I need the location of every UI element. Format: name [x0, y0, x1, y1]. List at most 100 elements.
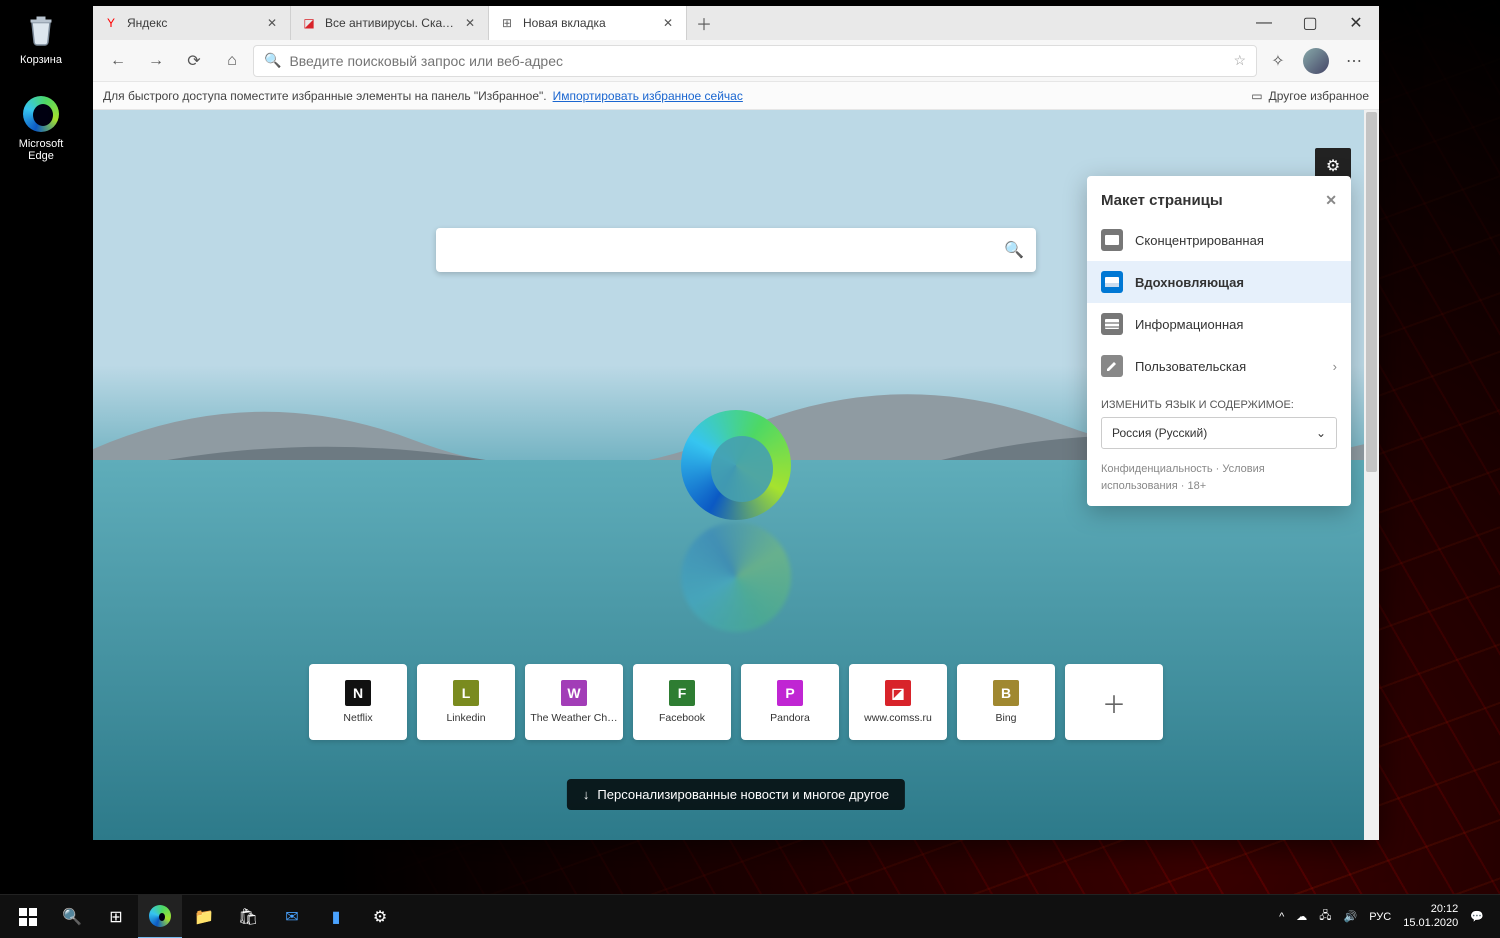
other-favorites-button[interactable]: ▭ Другое избранное: [1251, 89, 1369, 103]
desktop-icon-recycle-bin[interactable]: Корзина: [6, 10, 76, 66]
address-bar[interactable]: 🔍 ☆: [253, 45, 1257, 77]
taskbar-store[interactable]: 🛍: [226, 895, 270, 938]
ntp-search-box[interactable]: 🔍: [436, 228, 1036, 272]
system-tray: ^ ☁ 🖧 🔊 РУС 20:12 15.01.2020 💬: [1279, 903, 1494, 929]
tray-time: 20:12: [1403, 903, 1458, 916]
taskbar-explorer[interactable]: 📁: [182, 895, 226, 938]
address-input[interactable]: [289, 53, 1225, 69]
mail-icon: ✉: [285, 907, 298, 927]
edge-logo-reflection: [681, 522, 791, 632]
import-favorites-link[interactable]: Импортировать избранное сейчас: [553, 89, 743, 103]
new-tab-button[interactable]: ＋: [687, 6, 721, 40]
back-button[interactable]: ←: [101, 44, 135, 78]
tile-icon: F: [669, 680, 695, 706]
taskbar-settings[interactable]: ⚙: [358, 895, 402, 938]
layout-option-label: Сконцентрированная: [1135, 233, 1264, 248]
layout-icon: [1101, 229, 1123, 251]
taskbar-mail[interactable]: ✉: [270, 895, 314, 938]
tab-newtab[interactable]: ⊞ Новая вкладка ✕: [489, 6, 687, 40]
tab-close-icon[interactable]: ✕: [462, 15, 478, 31]
refresh-button[interactable]: ⟳: [177, 44, 211, 78]
taskbar-search[interactable]: 🔍: [50, 895, 94, 938]
task-view-button[interactable]: ⊞: [94, 895, 138, 938]
tab-close-icon[interactable]: ✕: [660, 15, 676, 31]
desktop-icons: Корзина Microsoft Edge: [6, 10, 76, 162]
tile-facebook[interactable]: FFacebook: [633, 664, 731, 740]
layout-option-informational[interactable]: Информационная: [1087, 303, 1351, 345]
personalized-news-button[interactable]: ↓ Персонализированные новости и многое д…: [567, 779, 905, 810]
tile-label: Netflix: [343, 712, 372, 724]
favorites-hint: Для быстрого доступа поместите избранные…: [103, 89, 547, 103]
layout-icon: [1101, 355, 1123, 377]
profile-button[interactable]: [1299, 44, 1333, 78]
edge-logo-icon: [681, 410, 791, 520]
scrollbar-thumb[interactable]: [1366, 112, 1377, 472]
tile-label: The Weather Ch…: [530, 712, 617, 724]
tile-linkedin[interactable]: LLinkedin: [417, 664, 515, 740]
search-icon: 🔍: [62, 907, 82, 927]
search-icon[interactable]: 🔍: [1004, 240, 1024, 260]
tab-antivirus[interactable]: ◪ Все антивирусы. Скачать беспл ✕: [291, 6, 489, 40]
tray-onedrive-icon[interactable]: ☁: [1296, 910, 1307, 923]
tile-comss[interactable]: ◪www.comss.ru: [849, 664, 947, 740]
layout-option-focused[interactable]: Сконцентрированная: [1087, 219, 1351, 261]
layout-icon: [1101, 313, 1123, 335]
store-icon: 🛍: [238, 907, 258, 927]
tray-notifications-icon[interactable]: 💬: [1470, 910, 1484, 923]
ntp-search-input[interactable]: [448, 242, 1004, 259]
desktop-icon-edge[interactable]: Microsoft Edge: [6, 94, 76, 162]
menu-button[interactable]: ⋯: [1337, 44, 1371, 78]
forward-button[interactable]: →: [139, 44, 173, 78]
close-button[interactable]: ✕: [1333, 6, 1379, 40]
tile-icon: W: [561, 680, 587, 706]
layout-option-label: Информационная: [1135, 317, 1243, 332]
layout-icon: [1101, 271, 1123, 293]
scrollbar[interactable]: [1364, 110, 1379, 840]
taskbar-app[interactable]: ▮: [314, 895, 358, 938]
folder-icon: ▭: [1251, 89, 1262, 103]
panel-footer: Конфиденциальность · Условия использован…: [1087, 449, 1351, 494]
tray-date: 15.01.2020: [1403, 917, 1458, 930]
desktop: Корзина Microsoft Edge Y Яндекс ✕ ◪ Все …: [0, 0, 1500, 938]
tile-netflix[interactable]: NNetflix: [309, 664, 407, 740]
chevron-right-icon: ›: [1333, 359, 1337, 374]
favorites-button[interactable]: ✧: [1261, 44, 1295, 78]
tile-weather[interactable]: W The Weather Ch…: [525, 664, 623, 740]
recycle-bin-icon: [21, 10, 61, 50]
privacy-link[interactable]: Конфиденциальность: [1101, 463, 1213, 475]
browser-window: Y Яндекс ✕ ◪ Все антивирусы. Скачать бес…: [93, 6, 1379, 840]
favorites-bar: Для быстрого доступа поместите избранные…: [93, 82, 1379, 110]
taskbar-edge[interactable]: [138, 895, 182, 938]
minimize-button[interactable]: —: [1241, 6, 1287, 40]
layout-option-inspirational[interactable]: Вдохновляющая: [1087, 261, 1351, 303]
tile-bing[interactable]: B Bing: [957, 664, 1055, 740]
favorite-star-icon[interactable]: ☆: [1233, 52, 1246, 69]
age-label: 18+: [1187, 480, 1206, 492]
new-tab-page: ⚙ 🔍 NNetflix LLinkedin WThe Weather Ch… …: [93, 110, 1379, 840]
chevron-down-icon: ⌄: [1316, 426, 1326, 440]
tile-pandora[interactable]: PPandora: [741, 664, 839, 740]
start-button[interactable]: [6, 895, 50, 938]
tray-network-icon[interactable]: 🖧: [1319, 907, 1331, 926]
tray-clock[interactable]: 20:12 15.01.2020: [1403, 903, 1458, 929]
layout-option-custom[interactable]: Пользовательская ›: [1087, 345, 1351, 387]
task-view-icon: ⊞: [109, 907, 122, 927]
other-favorites-label: Другое избранное: [1269, 89, 1369, 103]
tray-language[interactable]: РУС: [1369, 911, 1391, 923]
tab-yandex[interactable]: Y Яндекс ✕: [93, 6, 291, 40]
tab-strip: Y Яндекс ✕ ◪ Все антивирусы. Скачать бес…: [93, 6, 1241, 40]
tile-add[interactable]: ＋: [1065, 664, 1163, 740]
gear-icon: ⚙: [373, 907, 387, 927]
home-button[interactable]: ⌂: [215, 44, 249, 78]
panel-close-icon[interactable]: ✕: [1325, 192, 1337, 209]
language-value: Россия (Русский): [1112, 426, 1207, 440]
edge-icon: [21, 94, 61, 134]
tile-icon: B: [993, 680, 1019, 706]
tray-volume-icon[interactable]: 🔊: [1344, 910, 1358, 923]
language-select[interactable]: Россия (Русский) ⌄: [1101, 417, 1337, 449]
tile-label: Bing: [995, 712, 1016, 724]
tray-chevron-icon[interactable]: ^: [1279, 911, 1284, 923]
maximize-button[interactable]: ▢: [1287, 6, 1333, 40]
window-controls: — ▢ ✕: [1241, 6, 1379, 40]
tab-close-icon[interactable]: ✕: [264, 15, 280, 31]
